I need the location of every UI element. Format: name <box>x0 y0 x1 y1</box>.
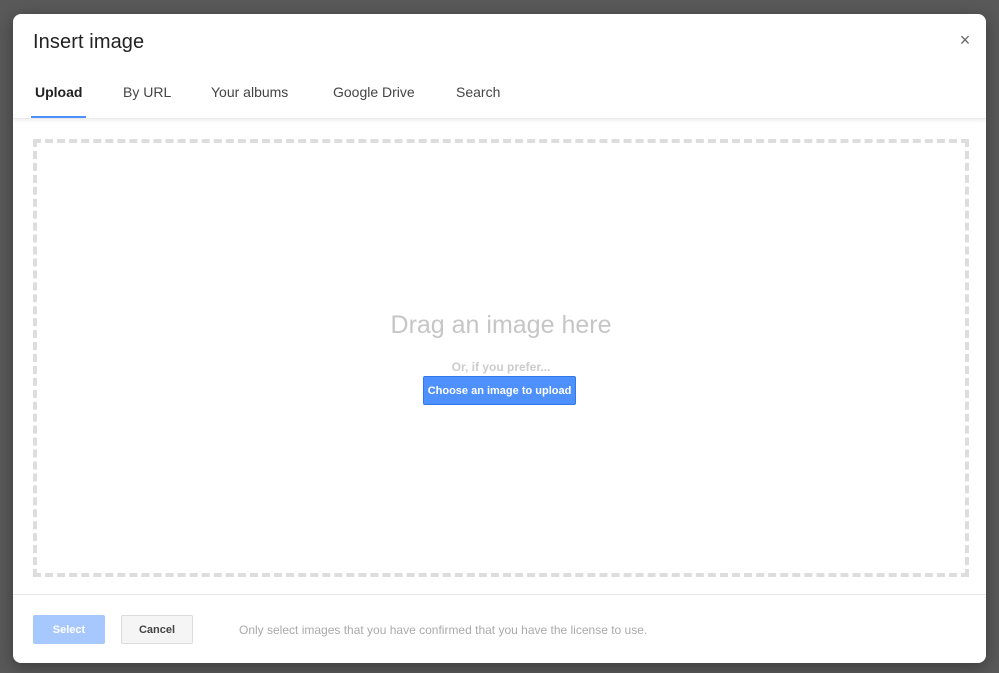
tab-your-albums[interactable]: Your albums <box>211 84 288 118</box>
footer-divider <box>13 594 986 595</box>
tab-upload[interactable]: Upload <box>30 84 87 118</box>
insert-image-dialog: Insert image × Upload By URL Your albums… <box>13 14 986 663</box>
select-button[interactable]: Select <box>33 615 105 644</box>
drag-subtext: Or, if you prefer... <box>451 360 551 374</box>
cancel-button[interactable]: Cancel <box>121 615 193 644</box>
tab-by-url[interactable]: By URL <box>123 84 171 118</box>
drag-heading: Drag an image here <box>390 311 612 339</box>
close-icon[interactable]: × <box>958 31 972 49</box>
license-note: Only select images that you have confirm… <box>239 623 648 637</box>
tab-bar: Upload By URL Your albums Google Drive S… <box>13 74 986 119</box>
tab-search[interactable]: Search <box>456 84 500 118</box>
drop-zone[interactable]: Drag an image here Or, if you prefer... … <box>33 139 969 577</box>
choose-image-button[interactable]: Choose an image to upload <box>423 376 576 405</box>
dialog-title: Insert image <box>33 31 145 53</box>
tab-google-drive[interactable]: Google Drive <box>333 84 415 118</box>
